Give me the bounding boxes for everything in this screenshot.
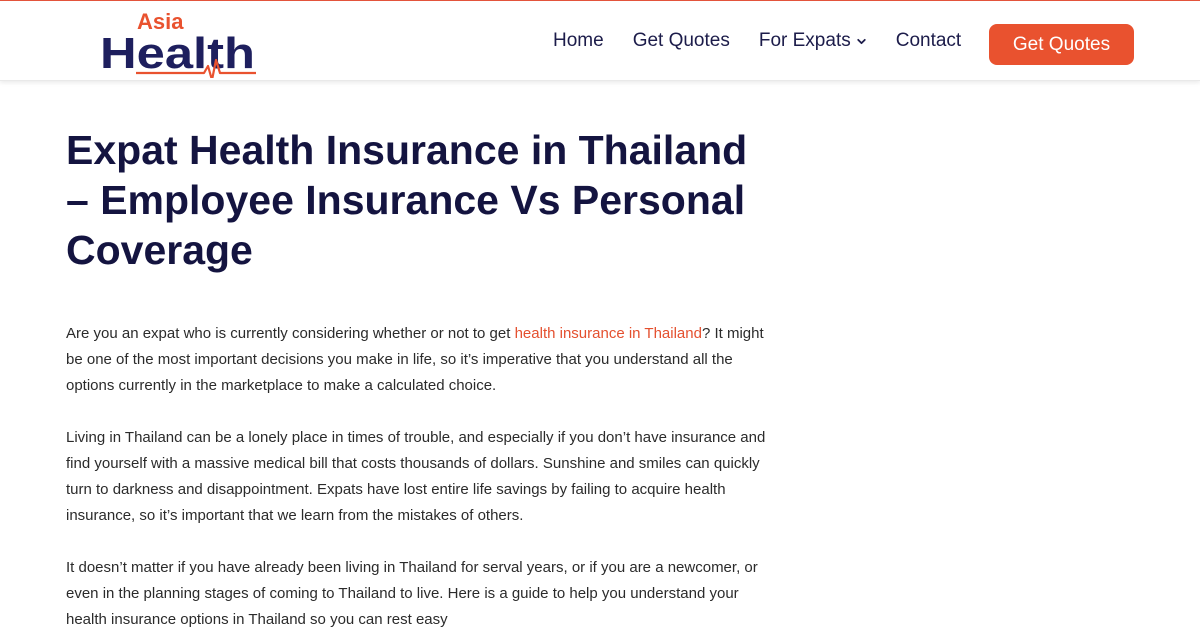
get-quotes-button[interactable]: Get Quotes [989, 24, 1134, 65]
chevron-down-icon [857, 38, 866, 45]
site-header: Asia Health Home Get Quotes For Expats C… [0, 0, 1200, 82]
logo-text-health: Health [100, 29, 255, 78]
nav-for-expats[interactable]: For Expats [759, 30, 867, 52]
nav-home[interactable]: Home [553, 30, 604, 52]
nav-contact[interactable]: Contact [896, 30, 961, 52]
site-logo[interactable]: Asia Health [100, 8, 260, 82]
main-nav: Home Get Quotes For Expats Contact [553, 29, 990, 53]
body-paragraph-3: It doesn’t matter if you have already be… [66, 559, 758, 628]
nav-contact-label: Contact [895, 30, 962, 51]
page-title: Expat Health Insurance in Thailand – Emp… [66, 127, 748, 273]
health-insurance-thailand-link[interactable]: health insurance in Thailand [515, 325, 702, 342]
article-content: Expat Health Insurance in Thailand – Emp… [66, 125, 766, 633]
asia-health-logo-icon: Asia Health [100, 9, 256, 82]
intro-paragraph: Are you an expat who is currently consid… [66, 321, 766, 399]
nav-get-quotes-label: Get Quotes [632, 30, 730, 51]
intro-text-before: Are you an expat who is currently consid… [66, 325, 515, 342]
nav-home-label: Home [553, 30, 604, 51]
body-paragraph-2: Living in Thailand can be a lonely place… [66, 429, 766, 524]
nav-for-expats-label: For Expats [758, 30, 851, 51]
nav-get-quotes[interactable]: Get Quotes [633, 30, 730, 52]
